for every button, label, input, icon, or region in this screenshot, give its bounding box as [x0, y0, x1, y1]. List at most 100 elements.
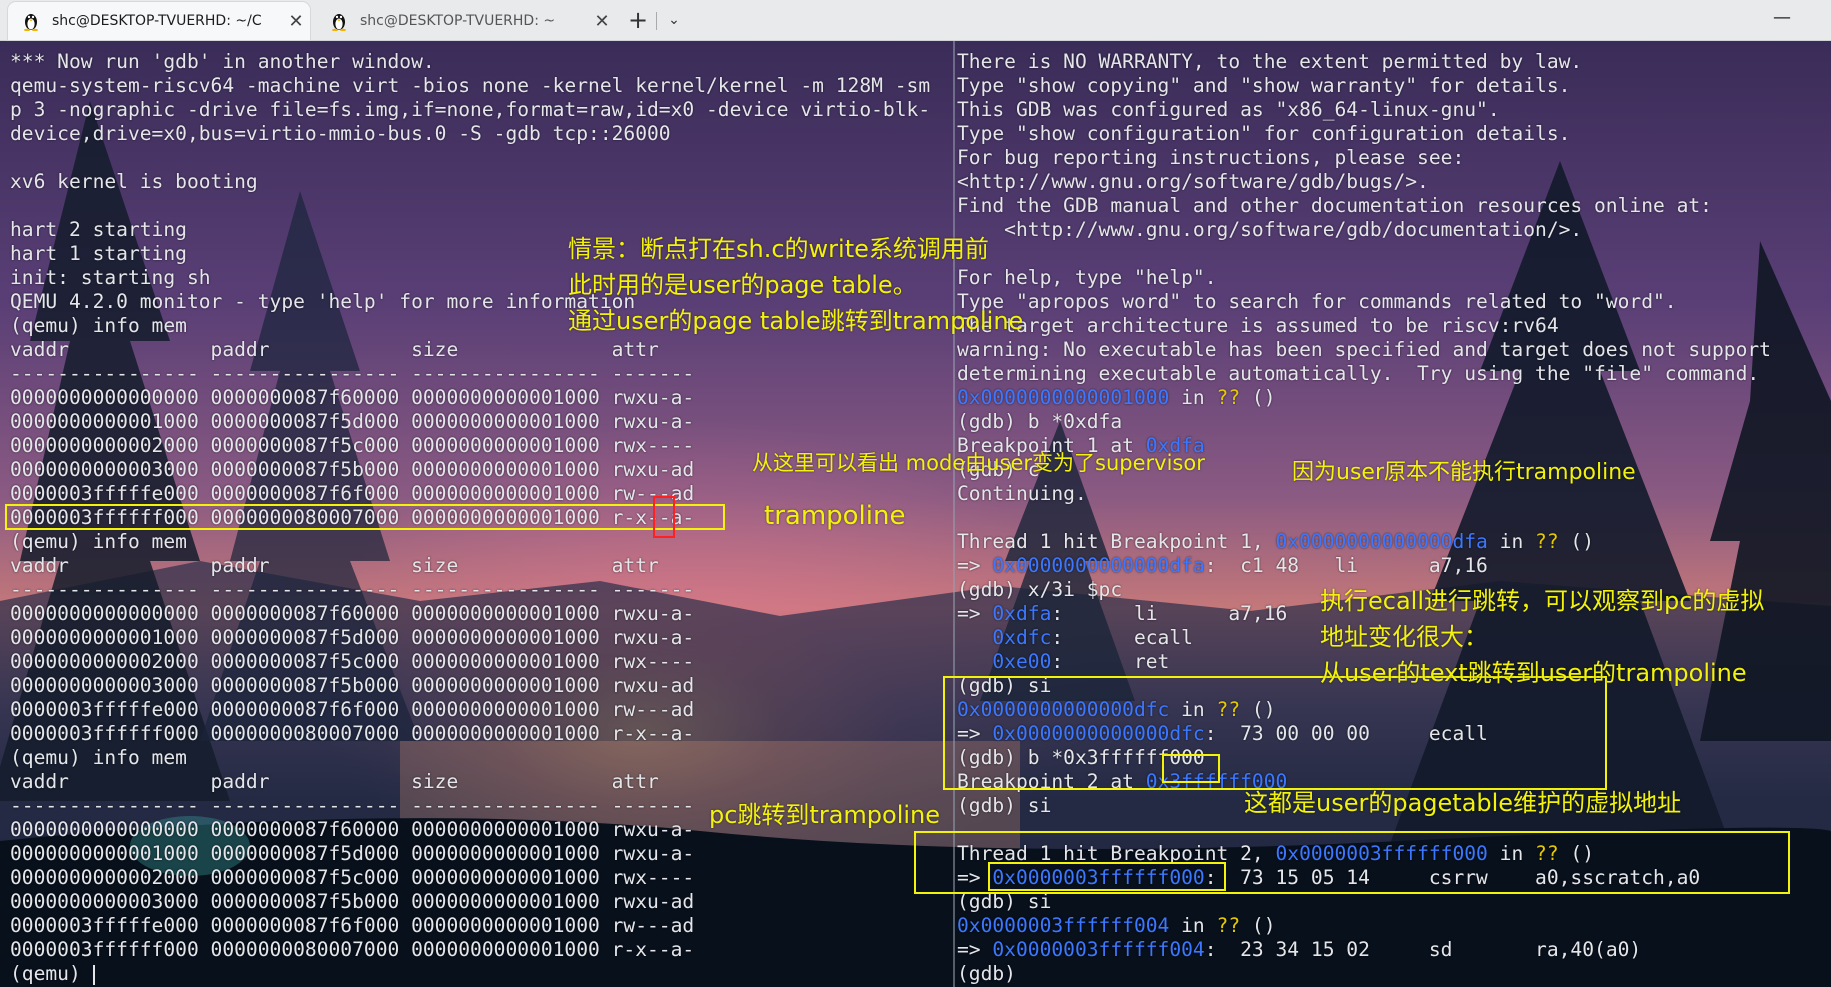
terminal-line: ---------------- ---------------- ------…	[10, 362, 695, 385]
terminal-text: <http://www.gnu.org/software/gdb/documen…	[957, 218, 1583, 241]
terminal-line: determining executable automatically. Tr…	[957, 362, 1771, 386]
title-bar: shc@DESKTOP-TVUERHD: ~/C ✕ shc@DESKTOP-T…	[0, 0, 1831, 41]
terminal-text: <http://www.gnu.org/software/gdb/bugs/>.	[957, 170, 1429, 193]
terminal-text: Thread 1 hit Breakpoint 1,	[957, 530, 1276, 553]
terminal-line: Type "apropos word" to search for comman…	[957, 290, 1771, 314]
ecall-address-highlight	[1162, 754, 1220, 783]
terminal-text: =>	[957, 602, 993, 625]
terminal-text: This GDB was configured as "x86_64-linux…	[957, 98, 1500, 121]
terminal-line: Thread 1 hit Breakpoint 1, 0x00000000000…	[957, 530, 1771, 554]
terminal-line: This GDB was configured as "x86_64-linux…	[957, 98, 1771, 122]
terminal-text: The target architecture is assumed to be…	[957, 314, 1559, 337]
address-text: 0x0000003ffffff004	[957, 914, 1170, 937]
annotation-pagetable-note: 这都是user的pagetable维护的虚拟地址	[1244, 789, 1682, 817]
terminal-line: warning: No executable has been specifie…	[957, 338, 1771, 362]
terminal-line: (qemu) info mem	[10, 746, 187, 769]
terminal-line: qemu-system-riscv64 -machine virt -bios …	[10, 74, 931, 97]
terminal-text: Find the GDB manual and other documentat…	[957, 194, 1712, 217]
linux-tux-icon	[332, 14, 346, 31]
ecall-step-highlight	[943, 676, 1607, 790]
terminal-line: => 0x0000003ffffff004: 23 34 15 02 sd ra…	[957, 938, 1771, 962]
terminal-text: There is NO WARRANTY, to the extent perm…	[957, 50, 1583, 73]
terminal-text: in	[1487, 530, 1536, 553]
terminal-line: device,drive=x0,bus=virtio-mmio-bus.0 -S…	[10, 122, 671, 145]
annotation-ecall-line3: 从user的text跳转到user的trampoline	[1320, 659, 1747, 687]
terminal-text: in	[1169, 914, 1217, 937]
address-text: 0x0000000000000dfa	[992, 554, 1205, 577]
terminal-line: For help, type "help".	[957, 266, 1771, 290]
terminal-text: ()	[1240, 386, 1276, 409]
annotation-ecall-line2: 地址变化很大：	[1320, 623, 1488, 651]
terminal-text: : ret	[1051, 650, 1170, 673]
terminal-line: <http://www.gnu.org/software/gdb/bugs/>.	[957, 170, 1771, 194]
terminal-text: ()	[1240, 914, 1276, 937]
terminal-line: There is NO WARRANTY, to the extent perm…	[957, 50, 1771, 74]
terminal-line: Type "show configuration" for configurat…	[957, 122, 1771, 146]
terminal-text: determining executable automatically. Tr…	[957, 362, 1760, 385]
terminal-text: For help, type "help".	[957, 266, 1217, 289]
terminal-line: 0000003ffffff000 0000000080007000 000000…	[10, 722, 695, 745]
terminal-text: =>	[957, 554, 993, 577]
terminal-line: ---------------- ---------------- ------…	[10, 578, 695, 601]
terminal-text: (gdb) b *0xdfa	[957, 410, 1123, 433]
tab-terminal-1[interactable]: shc@DESKTOP-TVUERHD: ~/C ✕	[8, 2, 310, 40]
close-icon[interactable]: ✕	[588, 11, 616, 32]
terminal-text: =>	[957, 938, 993, 961]
terminal-text: (gdb)	[957, 962, 1028, 985]
terminal-text: Type "show copying" and "show warranty" …	[957, 74, 1571, 97]
trampoline-mapping-highlight	[5, 504, 725, 530]
annotation-scenario-line2: 此时用的是user的page table。	[568, 271, 917, 299]
annotation-trampoline: trampoline	[764, 501, 906, 531]
terminal-line: 0000003fffffe000 0000000087f6f000 000000…	[10, 914, 695, 937]
terminal-line: 0000003fffffe000 0000000087f6f000 000000…	[10, 698, 695, 721]
terminal-text: Continuing.	[957, 482, 1087, 505]
tab-terminal-2[interactable]: shc@DESKTOP-TVUERHD: ~ ✕	[316, 2, 616, 40]
annotation-mode-change: 从这里可以看出 mode由user变为了supervisor	[752, 451, 1205, 475]
terminal-line: The target architecture is assumed to be…	[957, 314, 1771, 338]
terminal-line: 0000000000003000 0000000087f5b000 000000…	[10, 674, 695, 697]
terminal-line: 0000003ffffff000 0000000080007000 000000…	[10, 938, 695, 961]
terminal-line: *** Now run 'gdb' in another window.	[10, 50, 435, 73]
address-text: 0x0000000000001000	[957, 386, 1170, 409]
tab-separator	[656, 12, 657, 30]
terminal-line: p 3 -nographic -drive file=fs.img,if=non…	[10, 98, 931, 121]
terminal-text: in	[1169, 386, 1217, 409]
terminal-line: vaddr paddr size attr	[10, 554, 659, 577]
terminal-line: 0000000000000000 0000000087f60000 000000…	[10, 602, 695, 625]
tab-title: shc@DESKTOP-TVUERHD: ~/C	[52, 13, 262, 29]
terminal-line: For bug reporting instructions, please s…	[957, 146, 1771, 170]
minimize-button[interactable]: —	[1768, 6, 1796, 34]
terminal-line: 0000000000002000 0000000087f5c000 000000…	[10, 650, 695, 673]
new-tab-button[interactable]: +	[622, 4, 654, 36]
terminal-text: For bug reporting instructions, please s…	[957, 146, 1465, 169]
attr-u-bit-highlight	[653, 496, 675, 538]
terminal-content: *** Now run 'gdb' in another window. qemu…	[0, 41, 1831, 987]
terminal-line: => 0x0000000000000dfa: c1 48 li a7,16	[957, 554, 1771, 578]
terminal-text: Type "show configuration" for configurat…	[957, 122, 1571, 145]
annotation-scenario-line3: 通过user的page table跳转到trampoline	[568, 307, 1024, 335]
terminal-line: 0000000000001000 0000000087f5d000 000000…	[10, 842, 695, 865]
terminal-line: vaddr paddr size attr	[10, 770, 659, 793]
terminal-line: Type "show copying" and "show warranty" …	[957, 74, 1771, 98]
unknown-symbol-text: ??	[1216, 386, 1241, 409]
chevron-down-icon[interactable]: ⌄	[662, 4, 686, 36]
terminal-line: (qemu)	[10, 962, 95, 985]
close-icon[interactable]: ✕	[282, 11, 310, 32]
tab-title: shc@DESKTOP-TVUERHD: ~	[360, 13, 556, 29]
terminal-line: 0000000000001000 0000000087f5d000 000000…	[10, 410, 695, 433]
terminal-text: Type "apropos word" to search for comman…	[957, 290, 1677, 313]
address-text: 0xdfc	[992, 626, 1052, 649]
unknown-symbol-text: ??	[1535, 530, 1559, 553]
terminal-line: (gdb)	[957, 962, 1771, 986]
address-text: 0xdfa	[992, 602, 1052, 625]
terminal-line: vaddr paddr size attr	[10, 338, 659, 361]
terminal-text: (gdb) si	[957, 794, 1052, 817]
terminal-line: 0000000000003000 0000000087f5b000 000000…	[10, 890, 695, 913]
terminal-text: : ecall	[1051, 626, 1193, 649]
trampoline-pc-highlight	[988, 862, 1226, 891]
